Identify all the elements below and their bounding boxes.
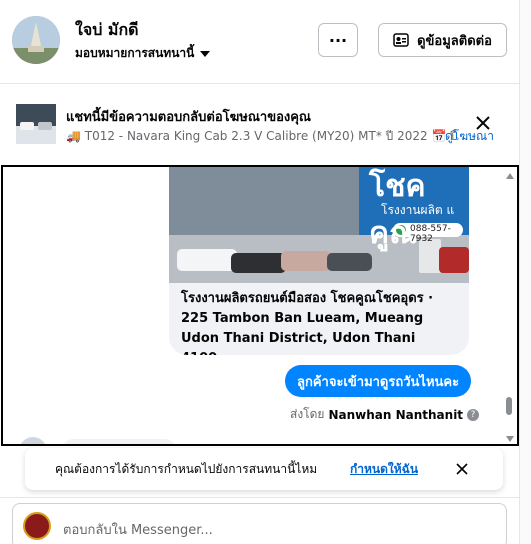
chat-scrollbar[interactable] [503,169,515,442]
contact-card-icon [393,33,409,47]
reply-input[interactable]: ตอบกลับใน Messenger... [12,503,507,544]
ad-reply-banner: แชทนี้มีข้อความตอบกลับต่อโฆษณาของคุณ 🚚 T… [0,90,519,160]
sent-message-bubble[interactable]: ลูกค้าจะเข้ามาดูรถวันไหนคะ [285,365,472,397]
ad-title: แชทนี้มีข้อความตอบกลับต่อโฆษณาของคุณ [66,110,311,125]
page-scrollbar[interactable] [519,0,531,544]
location-card-text: โรงงานผลิตรถยนต์มือสอง โชคคูณโชคอุดร · 2… [181,291,434,355]
ad-subtitle: 🚚 T012 - Navara King Cab 2.3 V Calibre (… [66,129,456,143]
assign-to-me-link[interactable]: กำหนดให้ฉัน [350,460,418,479]
ad-thumbnail[interactable] [16,104,56,144]
assign-prompt: คุณต้องการได้รับการกำหนดไปยังการสนทนานี้… [25,448,503,490]
sent-by-prefix: ส่งโดย [290,407,325,421]
page-avatar [23,512,51,540]
assign-prompt-text: คุณต้องการได้รับการกำหนดไปยังการสนทนานี้… [55,462,318,476]
view-contact-label: ดูข้อมูลติดต่อ [417,33,492,49]
close-icon[interactable] [452,459,472,479]
user-avatar[interactable] [12,16,60,64]
sent-by-name: Nanwhan Nanthanit [328,407,464,422]
more-options-button[interactable]: ··· [318,23,358,57]
scroll-thumb[interactable] [506,397,512,415]
location-card-image: โชคคูณ โรงงานผลิต แ 088-557-7932 [169,167,469,283]
conversation-header: ใจบ่ มักดี มอบหมายการสนทนานี้ ··· ดูข้อม… [0,0,531,84]
chat-thread[interactable]: โชคคูณ โรงงานผลิต แ 088-557-7932 โรงงานผ… [1,165,519,446]
user-name: ใจบ่ มักดี [75,20,139,39]
view-contact-button[interactable]: ดูข้อมูลติดต่อ [378,23,507,57]
sent-by-label: ส่งโดย Nanwhan Nanthanit ? [290,405,480,424]
card-image-subsign: โรงงานผลิต แ [381,203,455,217]
assign-dropdown[interactable]: มอบหมายการสนทนานี้ [75,44,211,63]
divider [0,497,519,498]
close-icon[interactable] [472,112,494,134]
incoming-message-bubble [63,439,175,444]
location-card[interactable]: โชคคูณ โรงงานผลิต แ 088-557-7932 โรงงานผ… [169,167,469,355]
customer-avatar [19,437,47,444]
scroll-down-icon[interactable] [506,436,514,442]
reply-placeholder: ตอบกลับใน Messenger... [63,523,213,538]
scroll-up-icon[interactable] [506,173,514,179]
card-image-phone: 088-557-7932 [410,224,451,244]
chevron-down-icon [200,50,211,57]
assign-label: มอบหมายการสนทนานี้ [75,46,195,60]
help-icon[interactable]: ? [467,408,480,421]
